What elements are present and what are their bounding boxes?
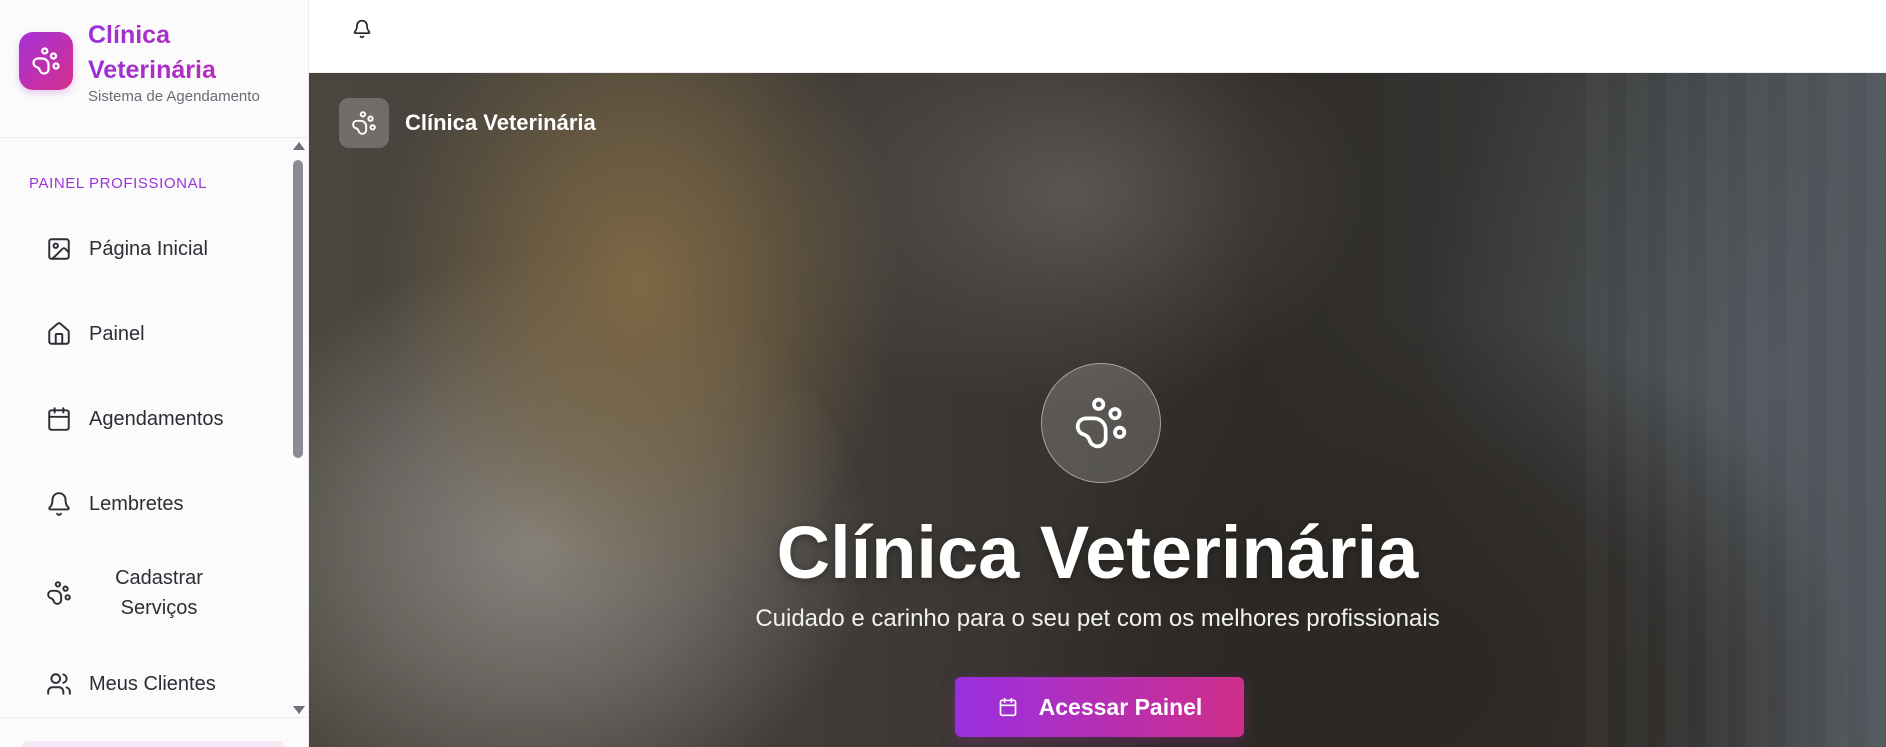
notifications-bell-icon[interactable] [349, 16, 375, 42]
calendar-icon [45, 405, 73, 433]
sidebar-item-label: Agendamentos [89, 407, 224, 430]
sidebar: Clínica Veterinária Sistema de Agendamen… [0, 0, 309, 747]
paw-icon [1041, 363, 1161, 483]
sidebar-item-painel[interactable]: Painel [29, 306, 289, 362]
section-label: PAINEL PROFISSIONAL [29, 175, 208, 192]
brand-subtitle: Sistema de Agendamento [88, 88, 260, 105]
sidebar-item-agendamentos[interactable]: Agendamentos [29, 391, 289, 447]
image-icon [45, 235, 73, 263]
sidebar-item-cadastrar-servicos[interactable]: Cadastrar Serviços [29, 557, 289, 629]
paw-icon[interactable] [19, 32, 73, 90]
sidebar-item-pagina-inicial[interactable]: Página Inicial [29, 221, 289, 277]
acessar-painel-button[interactable]: Acessar Painel [955, 677, 1244, 737]
calendar-icon [997, 696, 1019, 718]
sidebar-nav: PAINEL PROFISSIONAL Página Inicial Paine… [0, 139, 308, 717]
bell-icon [45, 490, 73, 518]
sidebar-item-label: Meus Clientes [89, 672, 216, 695]
hero-title: Clínica Veterinária [776, 511, 1419, 594]
hero-brand-name: Clínica Veterinária [405, 110, 596, 135]
sidebar-scrollbar[interactable] [291, 142, 305, 714]
scrollbar-thumb[interactable] [293, 160, 303, 458]
hero-subtitle: Cuidado e carinho para o seu pet com os … [755, 605, 1440, 632]
sidebar-item-label: Página Inicial [89, 237, 208, 260]
scroll-down-arrow-icon[interactable] [293, 706, 305, 714]
users-icon [45, 670, 73, 698]
sidebar-brand: Clínica Veterinária Sistema de Agendamen… [0, 0, 308, 138]
sidebar-item-meus-clientes[interactable]: Meus Clientes [29, 656, 289, 712]
brand-title: Clínica Veterinária [88, 18, 288, 88]
sidebar-item-label: Lembretes [89, 492, 184, 515]
home-icon [45, 320, 73, 348]
acessar-painel-label: Acessar Painel [1038, 693, 1203, 720]
sidebar-item-lembretes[interactable]: Lembretes [29, 476, 289, 532]
sidebar-footer [0, 717, 308, 747]
top-header [309, 0, 1886, 73]
paw-icon [339, 98, 389, 148]
sidebar-item-label: Cadastrar Serviços [115, 567, 203, 619]
sidebar-footer-card [22, 741, 284, 747]
hero-banner: Clínica Veterinária Clínica Veterinária … [309, 73, 1886, 747]
paw-icon [45, 579, 73, 607]
scroll-up-arrow-icon[interactable] [293, 142, 305, 150]
sidebar-item-label: Painel [89, 322, 145, 345]
